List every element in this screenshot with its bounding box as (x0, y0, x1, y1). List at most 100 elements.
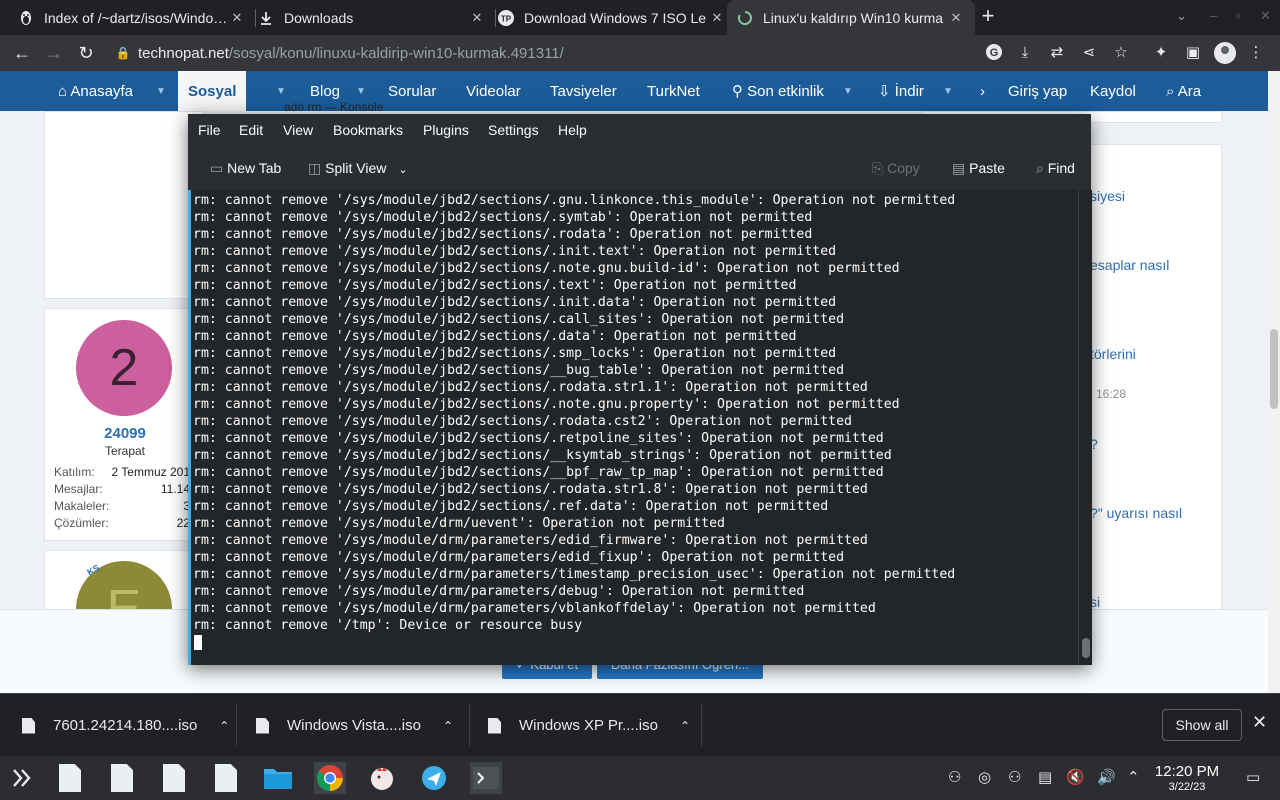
users-icon[interactable]: ⚇ (1008, 768, 1021, 786)
document-icon[interactable] (210, 762, 242, 794)
show-all-button[interactable]: Show all (1162, 709, 1242, 741)
chevron-right-icon[interactable]: › (980, 71, 985, 111)
new-tab-button[interactable]: + (976, 5, 1000, 29)
terminal-line: rm: cannot remove '/sys/module/jbd2/sect… (193, 193, 956, 208)
volume-icon[interactable]: 🔊 (1097, 768, 1116, 786)
extensions-icon[interactable]: ✦ (1151, 43, 1171, 63)
translate-icon[interactable]: ⇄ (1047, 43, 1067, 63)
download-item[interactable]: Windows Vista....iso ⌃ (256, 694, 453, 757)
nav-turknet[interactable]: TurkNet (647, 71, 700, 111)
close-icon[interactable]: ✕ (1252, 712, 1267, 733)
nav-tavsiyeler[interactable]: Tavsiyeler (550, 71, 617, 111)
username[interactable]: 24099 (45, 425, 205, 442)
tab-close-icon[interactable]: ✕ (468, 10, 486, 26)
paste-icon: ▤ (952, 160, 970, 176)
file-icon (22, 717, 35, 734)
nav-register[interactable]: Kaydol (1090, 71, 1136, 111)
terminal-output[interactable]: rm: cannot remove '/tmp': Device or reso… (188, 190, 1092, 665)
maximize-icon[interactable]: ▫ (1236, 8, 1241, 23)
window-title: ado rm — Konsole (284, 100, 384, 114)
address-bar[interactable]: 🔒 technopat.net/sosyal/konu/linuxu-kaldi… (108, 38, 1043, 68)
side-panel-icon[interactable]: ▣ (1183, 43, 1203, 63)
terminal-scrollbar[interactable] (1078, 190, 1092, 665)
menu-view[interactable]: View (283, 114, 313, 146)
mic-muted-icon[interactable]: 🔇 (1066, 768, 1085, 786)
paste-button[interactable]: ▤ Paste (952, 146, 1005, 190)
copy-icon: ⎘ (872, 160, 888, 176)
nav-videolar[interactable]: Videolar (466, 71, 521, 111)
browser-tab[interactable]: Downloads ✕ (248, 0, 496, 35)
chevron-down-icon[interactable]: ▼ (943, 71, 953, 111)
chrome-icon[interactable] (314, 762, 346, 794)
tab-close-icon[interactable]: ✕ (708, 10, 726, 26)
discover-icon[interactable] (418, 762, 450, 794)
menu-plugins[interactable]: Plugins (423, 114, 469, 146)
browser-tab[interactable]: Index of /~dartz/isos/Windows ✕ (8, 0, 256, 35)
nav-login[interactable]: Giriş yap (1008, 71, 1067, 111)
chevron-down-icon[interactable]: ▼ (843, 71, 853, 111)
nav-home[interactable]: ⌂ Anasayfa (58, 71, 133, 111)
show-desktop-icon[interactable]: ▭ (1246, 768, 1260, 786)
chevron-up-icon[interactable]: ⌃ (219, 719, 229, 733)
split-view-button[interactable]: ◫ Split View ⌄ (308, 146, 408, 190)
nav-search[interactable]: ⌕ Ara (1166, 71, 1201, 111)
find-button[interactable]: ⌕ Find (1036, 146, 1075, 190)
download-item[interactable]: Windows XP Pr....iso ⌃ (488, 694, 690, 757)
forward-icon[interactable]: → (42, 41, 66, 65)
menu-kebab-icon[interactable]: ⋮ (1246, 43, 1266, 63)
sidebar-thread-link[interactable]: törlerini (1090, 346, 1136, 362)
app-launcher-icon[interactable] (6, 762, 38, 794)
menu-settings[interactable]: Settings (488, 114, 539, 146)
install-app-icon[interactable]: ⤓ (1015, 43, 1035, 63)
file-manager-icon[interactable] (262, 762, 294, 794)
avatar[interactable]: 2 (76, 320, 172, 416)
terminal-line: rm: cannot remove '/sys/module/jbd2/sect… (193, 227, 813, 242)
reload-icon[interactable]: ↻ (74, 41, 98, 65)
clipboard-icon[interactable]: ▤ (1038, 768, 1052, 786)
nav-son-etkinlik[interactable]: ⚲ Son etkinlik (732, 71, 824, 111)
profile-avatar-icon[interactable] (1214, 42, 1236, 64)
share-icon[interactable]: ⋖ (1079, 43, 1099, 63)
chevron-up-icon[interactable]: ⌃ (443, 719, 453, 733)
menu-edit[interactable]: Edit (239, 114, 263, 146)
sidebar-thread-link[interactable]: siyesi (1090, 188, 1125, 204)
back-icon[interactable]: ← (10, 41, 34, 65)
chevron-up-icon[interactable]: ⌃ (680, 719, 690, 733)
tab-close-icon[interactable]: ✕ (228, 10, 246, 26)
chevron-down-icon[interactable]: ▼ (156, 71, 166, 111)
browser-tab[interactable]: TP Download Windows 7 ISO Le ✕ (488, 0, 736, 35)
document-icon[interactable] (106, 762, 138, 794)
new-tab-button[interactable]: ▭ New Tab (210, 146, 281, 190)
google-icon[interactable]: G (984, 43, 1004, 63)
konsole-window: ado rm — Konsole File Edit View Bookmark… (188, 100, 1092, 665)
document-icon[interactable] (158, 762, 190, 794)
document-icon[interactable] (54, 762, 86, 794)
terminal-line: rm: cannot remove '/sys/module/jbd2/sect… (193, 397, 900, 412)
konsole-icon[interactable] (470, 762, 502, 794)
download-item[interactable]: 7601.24214.180....iso ⌃ (22, 694, 229, 757)
nav-indir[interactable]: ⇩ İndir (878, 71, 924, 111)
menu-help[interactable]: Help (558, 114, 587, 146)
split-view-icon: ◫ (308, 160, 326, 176)
download-filename: Windows Vista....iso (287, 717, 421, 734)
chevron-up-icon[interactable]: ⌃ (1127, 768, 1140, 786)
clock-time[interactable]: 12:20 PM (1150, 763, 1224, 780)
page-scrollbar[interactable] (1268, 71, 1280, 693)
hen-app-icon[interactable] (366, 762, 398, 794)
window-close-icon[interactable]: ✕ (1260, 8, 1271, 24)
menu-bookmarks[interactable]: Bookmarks (333, 114, 403, 146)
sidebar-thread-link[interactable]: esaplar nasıl (1090, 257, 1169, 273)
sidebar-thread-link[interactable]: ?" uyarısı nasıl (1090, 505, 1182, 521)
tab-search-icon[interactable]: ⌄ (1176, 8, 1187, 24)
browser-tab-strip: Index of /~dartz/isos/Windows ✕ Download… (0, 0, 1280, 35)
menu-file[interactable]: File (198, 114, 221, 146)
clock-date[interactable]: 3/22/23 (1150, 781, 1224, 793)
bookmark-star-icon[interactable]: ☆ (1111, 43, 1131, 63)
user-icon[interactable]: ⚇ (948, 768, 961, 786)
update-icon[interactable]: ◎ (978, 768, 991, 786)
browser-tab-active[interactable]: Linux'u kaldırıp Win10 kurma ✕ (727, 0, 975, 35)
minimize-icon[interactable]: – (1210, 8, 1217, 23)
tab-close-icon[interactable]: ✕ (947, 10, 965, 26)
copy-button[interactable]: ⎘ Copy (872, 146, 920, 190)
tab-title: Download Windows 7 ISO Le (524, 9, 707, 26)
